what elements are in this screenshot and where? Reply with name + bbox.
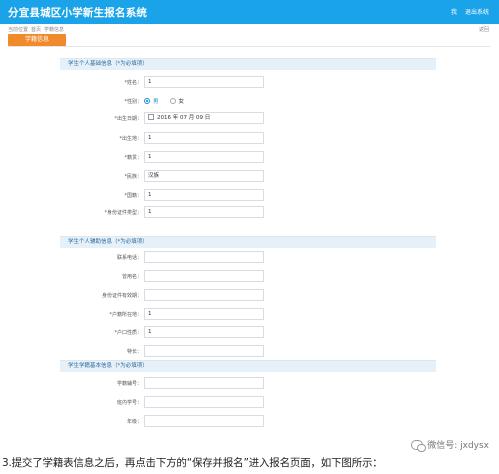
gender-female-label: 女: [178, 99, 185, 105]
ethnic-label: *民族：: [124, 174, 142, 180]
birthplace-label: *出生地：: [119, 136, 142, 142]
gender-label: *性别：: [124, 99, 142, 105]
wechat-icon: [411, 439, 427, 452]
app-header: 分宜县城区小学新生报名系统 我 退出系统: [0, 0, 499, 24]
inschool-no-label: 班内学号：: [116, 400, 142, 406]
dob-input[interactable]: 2016 年 07 月 09 日: [144, 112, 264, 124]
idtype-row: *身份证件类型： 1: [60, 206, 436, 220]
caption-text: 3.提交了学籍表信息之后，再点击下方的“保存并报名”进入报名页面，如下图所示：: [2, 457, 383, 469]
hukou-row: *户籍所在地： 1: [60, 308, 436, 322]
birthplace-input[interactable]: 1: [144, 132, 264, 144]
grade-label: 年级：: [126, 419, 142, 425]
hukou-nature-row: *户口性质： 1: [60, 326, 436, 340]
basic-info-panel: 学生个人基础信息（*为必填项） *姓名： 1 *性别： 男 女 *出生日期： 2…: [60, 58, 436, 226]
breadcrumb-home[interactable]: 首页: [31, 26, 41, 33]
gender-male-radio[interactable]: [144, 98, 150, 104]
breadcrumb-prefix: 当前位置: [8, 27, 29, 33]
student-no-label: 学籍辅号：: [116, 381, 142, 387]
school-info-heading: 学生学籍基本信息（*为必填项）: [60, 361, 436, 372]
gender-male-label: 男: [153, 99, 159, 105]
student-no-row: 学籍辅号：: [60, 377, 436, 391]
basic-info-heading: 学生个人基础信息（*为必填项）: [60, 59, 436, 70]
calendar-icon: [148, 114, 154, 120]
watermark: 微信号: jxdysx: [411, 438, 489, 452]
header-links: 我 退出系统: [451, 7, 489, 16]
breadcrumb: 当前位置 首页 学籍信息: [8, 26, 64, 33]
dob-label: *出生日期：: [114, 116, 142, 122]
ethnic-select[interactable]: 汉族: [144, 170, 264, 182]
aux-info-panel: 学生个人辅助信息（*为必填项） 联系电话： 曾用名： 身份证件有效期： *户籍所…: [60, 236, 436, 358]
inschool-no-input[interactable]: [144, 396, 264, 408]
specialty-label: 特长：: [126, 349, 142, 355]
gender-row: *性别： 男 女: [60, 95, 436, 109]
user-link[interactable]: 我: [451, 7, 457, 16]
aux-info-heading: 学生个人辅助信息（*为必填项）: [60, 237, 436, 248]
hukou-label: *户籍所在地：: [109, 312, 142, 318]
tab-student-info[interactable]: 学籍信息: [8, 34, 66, 46]
screenshot-divider: [0, 230, 499, 234]
native-row: *籍贯： 1: [60, 151, 436, 165]
tab-divider: [8, 46, 490, 47]
idtype-select[interactable]: 1: [144, 206, 264, 218]
screenshot: 分宜县城区小学新生报名系统 我 退出系统 当前位置 首页 学籍信息 返回 学籍信…: [0, 0, 499, 474]
logout-link[interactable]: 退出系统: [465, 7, 489, 16]
grade-row: 年级：: [60, 415, 436, 429]
idtype-label: *身份证件类型：: [104, 210, 142, 216]
gender-radio-group: 男 女: [144, 97, 184, 105]
phone-input[interactable]: [144, 251, 264, 263]
former-name-row: 曾用名：: [60, 270, 436, 284]
nationality-input[interactable]: 1: [144, 189, 264, 201]
inschool-no-row: 班内学号：: [60, 396, 436, 410]
app-title: 分宜县城区小学新生报名系统: [8, 7, 148, 19]
watermark-text: 微信号: jxdysx: [427, 441, 489, 451]
student-no-input[interactable]: [144, 377, 264, 389]
school-info-panel: 学生学籍基本信息（*为必填项） 学籍辅号： 班内学号： 年级：: [60, 360, 436, 438]
name-input[interactable]: 1: [144, 76, 264, 88]
breadcrumb-current: 学籍信息: [44, 27, 65, 33]
phone-label: 联系电话：: [116, 255, 142, 261]
dob-value: 2016 年 07 月 09 日: [157, 115, 211, 121]
nationality-label: *国籍：: [124, 193, 142, 199]
hukou-nature-label: *户口性质：: [114, 330, 142, 336]
specialty-row: 特长：: [60, 345, 436, 359]
specialty-input[interactable]: [144, 345, 264, 357]
dob-row: *出生日期： 2016 年 07 月 09 日: [60, 112, 436, 126]
gender-female-radio[interactable]: [169, 98, 176, 104]
grade-input[interactable]: [144, 415, 264, 427]
former-name-label: 曾用名：: [121, 274, 142, 280]
id-expiry-row: 身份证件有效期：: [60, 289, 436, 303]
hukou-input[interactable]: 1: [144, 308, 264, 320]
nationality-row: *国籍： 1: [60, 189, 436, 203]
birthplace-row: *出生地： 1: [60, 132, 436, 146]
name-label: *姓名：: [124, 80, 142, 86]
back-link[interactable]: 返回: [479, 26, 489, 33]
id-expiry-label: 身份证件有效期：: [101, 293, 142, 299]
phone-row: 联系电话：: [60, 251, 436, 265]
id-expiry-input[interactable]: [144, 289, 264, 301]
former-name-input[interactable]: [144, 270, 264, 282]
native-label: *籍贯：: [124, 155, 142, 161]
native-input[interactable]: 1: [144, 151, 264, 163]
name-row: *姓名： 1: [60, 76, 436, 90]
ethnic-row: *民族： 汉族: [60, 170, 436, 184]
hukou-nature-input[interactable]: 1: [144, 326, 264, 338]
